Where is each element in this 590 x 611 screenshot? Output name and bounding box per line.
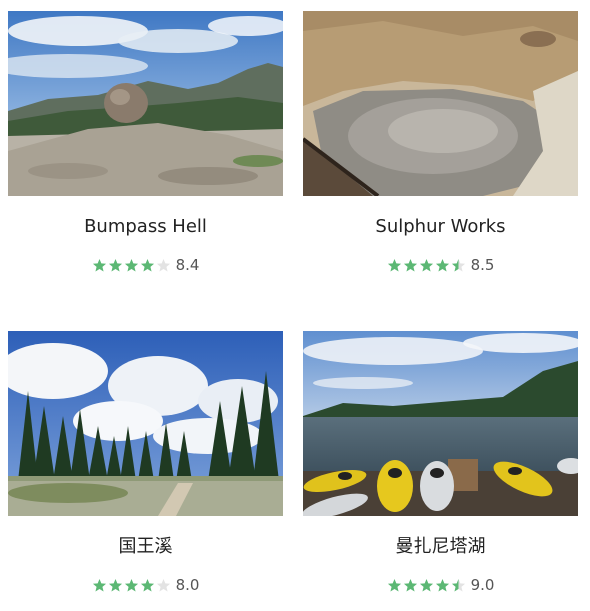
star-full-icon: [435, 578, 449, 591]
star-full-icon: [387, 258, 401, 271]
star-full-icon: [403, 258, 417, 271]
mud-pot-photo: [303, 11, 578, 196]
attraction-title[interactable]: Bumpass Hell: [8, 215, 283, 239]
star-full-icon: [140, 578, 154, 591]
rating: 8.5: [303, 255, 578, 275]
lake-kayaks-photo: [303, 331, 578, 516]
attraction-card[interactable]: 国王溪 8.0: [8, 331, 283, 595]
star-empty-icon: [156, 258, 170, 271]
star-full-icon: [108, 578, 122, 591]
star-rating: [92, 258, 172, 273]
star-empty-icon: [156, 578, 170, 591]
attraction-card[interactable]: Bumpass Hell 8.4: [8, 11, 283, 275]
star-full-icon: [124, 258, 138, 271]
rating: 8.4: [8, 255, 283, 275]
rating: 8.0: [8, 575, 283, 595]
star-full-icon: [387, 578, 401, 591]
rating-score: 8.5: [470, 256, 495, 274]
star-half-icon: [451, 578, 465, 591]
rating-score: 8.4: [175, 256, 200, 274]
attraction-title[interactable]: 曼扎尼塔湖: [303, 535, 578, 559]
attraction-photo[interactable]: [8, 331, 283, 516]
attraction-title[interactable]: 国王溪: [8, 535, 283, 559]
star-full-icon: [419, 578, 433, 591]
attraction-title[interactable]: Sulphur Works: [303, 215, 578, 239]
star-full-icon: [124, 578, 138, 591]
star-full-icon: [419, 258, 433, 271]
attraction-photo[interactable]: [303, 11, 578, 196]
star-full-icon: [92, 258, 106, 271]
rating: 9.0: [303, 575, 578, 595]
rating-score: 9.0: [470, 576, 495, 594]
star-full-icon: [403, 578, 417, 591]
attraction-card[interactable]: Sulphur Works 8.5: [303, 11, 578, 275]
star-rating: [92, 578, 172, 593]
attraction-card[interactable]: 曼扎尼塔湖 9.0: [303, 331, 578, 595]
attraction-photo[interactable]: [8, 11, 283, 196]
star-rating: [387, 258, 467, 273]
star-full-icon: [140, 258, 154, 271]
star-rating: [387, 578, 467, 593]
star-half-icon: [451, 258, 465, 271]
star-full-icon: [92, 578, 106, 591]
star-full-icon: [108, 258, 122, 271]
attraction-photo[interactable]: [303, 331, 578, 516]
rating-score: 8.0: [175, 576, 200, 594]
star-full-icon: [435, 258, 449, 271]
meadow-forest-photo: [8, 331, 283, 516]
mountain-boulder-photo: [8, 11, 283, 196]
